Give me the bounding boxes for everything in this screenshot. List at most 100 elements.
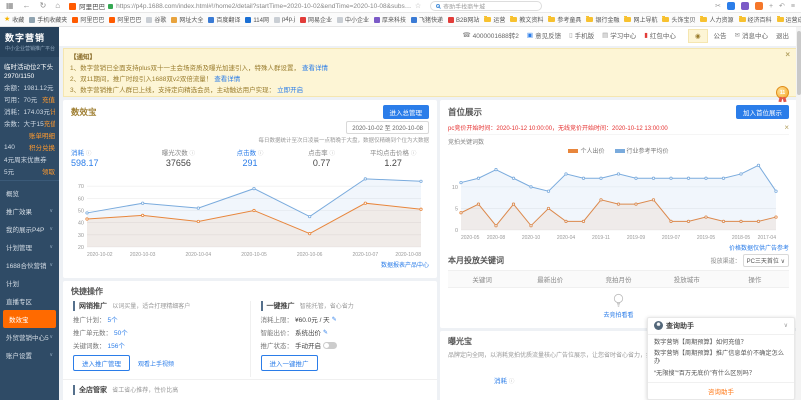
sidebar-item-计划[interactable]: 计划 — [0, 274, 59, 292]
channel-select[interactable]: PC三天首位 ∨ — [743, 254, 789, 267]
bookmark-item[interactable]: 中小企业 — [337, 15, 369, 24]
campaign-medal-icon[interactable]: 11 — [776, 86, 789, 99]
chat-question[interactable]: 数字营销【周期预算】推广信息单价不确定怎么办 — [654, 350, 788, 367]
sidebar-item-数效宝[interactable]: 数效宝 — [3, 310, 56, 328]
sidebar-item-账户设置[interactable]: 账户设置∨ — [0, 346, 59, 364]
topbar-announce[interactable]: ◉公告 — [684, 27, 727, 43]
browser-search-box[interactable] — [430, 1, 542, 11]
bookmark-item[interactable]: 参考童具 — [548, 15, 581, 24]
tutorial-video-link[interactable]: 观看上手视频 — [138, 359, 174, 368]
sidebar-item-推广效果[interactable]: 推广效果∨ — [0, 202, 59, 220]
join-top-position-button[interactable]: 加入首位展示 — [736, 105, 789, 119]
channel-value: PC三天首位 — [747, 259, 779, 265]
promotion-toggle[interactable] — [323, 342, 337, 349]
chat-question[interactable]: “无限搜”“百万无底价”有什么区别吗？ — [654, 370, 788, 378]
screenshot-icon[interactable]: ✂ — [715, 2, 721, 10]
bookmark-item[interactable]: 运营成本 — [777, 15, 801, 24]
bookmark-item[interactable]: 头饰宝贝 — [662, 15, 695, 24]
bookmark-item[interactable]: 飞猪快递 — [411, 15, 443, 24]
table-header-cell: 最新出价 — [516, 274, 584, 284]
home-icon[interactable]: ⌂ — [55, 2, 60, 10]
bookmark-star-icon[interactable]: ☆ — [415, 2, 421, 10]
sidebar-item-1688合伙营销[interactable]: 1688合伙营销∨ — [0, 256, 59, 274]
metric-点击数[interactable]: 点击数 ⓘ291 — [214, 147, 286, 168]
bookmark-item[interactable]: 网上导航 — [624, 15, 657, 24]
bookmark-item[interactable]: p4p.j — [274, 17, 295, 23]
close-icon[interactable]: × — [785, 51, 790, 61]
bookmark-item[interactable]: 114网 — [245, 15, 269, 24]
bookmark-item[interactable]: 手机收藏夹 — [29, 15, 67, 24]
sidebar-item-计划管理[interactable]: 计划管理∨ — [0, 238, 59, 256]
bookmark-item[interactable]: ★收藏 — [4, 15, 24, 24]
scrollbar-thumb[interactable] — [797, 31, 801, 95]
bookmark-item[interactable]: 阿里巴巴 — [109, 15, 141, 24]
topbar-hotline[interactable]: ☎4000001688转2 — [463, 30, 519, 40]
enter-one-click-promo-button[interactable]: 进入一键推广 — [261, 355, 318, 371]
translate-extension-icon[interactable] — [727, 2, 735, 10]
date-range-picker[interactable]: 2020-10-02 至 2020-10-08 — [346, 121, 429, 134]
sidebar-item-概览[interactable]: 概览 — [0, 184, 59, 202]
close-icon[interactable]: × — [784, 124, 789, 132]
metric-点击率[interactable]: 点击率 ⓘ0.77 — [286, 147, 358, 168]
finance-action-link[interactable]: 充值 — [44, 118, 55, 128]
finance-action-link[interactable]: 积分兑换 — [29, 142, 55, 152]
chat-header[interactable]: ☻ 查询助手 ∨ — [648, 318, 794, 335]
metric-消耗[interactable]: 消耗 ⓘ598.17 — [71, 147, 143, 168]
bookmark-item[interactable]: 运营 — [484, 15, 505, 24]
finance-action-link[interactable]: 账单明细 — [29, 130, 55, 140]
topbar-logout[interactable]: 退出 — [776, 30, 789, 40]
add-extension-icon[interactable]: + — [769, 3, 773, 10]
shield-extension-icon[interactable] — [741, 2, 749, 10]
search-input[interactable] — [443, 3, 536, 9]
account-stat: 2970/1150 — [4, 73, 55, 80]
edit-icon[interactable]: ✎ — [323, 329, 328, 336]
notice-link[interactable]: 查看详情 — [214, 76, 240, 83]
notice-link[interactable]: 立即开启 — [277, 87, 303, 94]
metric-label[interactable]: 消耗 ⓘ — [494, 375, 514, 385]
manage-button[interactable]: 进入总管理 — [383, 105, 430, 119]
notice-link[interactable]: 查看详情 — [302, 65, 328, 72]
bookmark-item[interactable]: 网易企业 — [300, 15, 332, 24]
address-bar[interactable]: 阿里巴巴 https://p4p.1688.com/index.html#!/h… — [69, 1, 421, 12]
bookmark-item[interactable]: 谷歌 — [146, 15, 166, 24]
back-icon[interactable]: ← — [23, 2, 31, 10]
metric-平均点击价格[interactable]: 平均点击价格 ⓘ1.27 — [357, 147, 429, 168]
chat-question[interactable]: 数字营销【周期预算】如何充值？ — [654, 339, 788, 347]
bookmark-item[interactable]: 百度翻译 — [208, 15, 240, 24]
topbar-redpacket[interactable]: ▮红包中心 — [644, 30, 676, 40]
restore-session-icon[interactable]: ↶ — [779, 2, 785, 10]
finance-action-link[interactable]: 计费 — [50, 106, 55, 116]
bookmark-item[interactable]: 教文资料 — [510, 15, 543, 24]
topbar-feedback[interactable]: ▣意见反馈 — [527, 30, 561, 40]
go-bid-link[interactable]: 去竞拍看看 — [603, 310, 633, 319]
browser-menu-icon[interactable]: ≡ — [791, 3, 795, 10]
menu-icon[interactable]: ▦ — [6, 2, 14, 10]
sidebar-item-外贸营销中心5[interactable]: 外贸营销中心5∨ — [0, 328, 59, 346]
chevron-down-icon[interactable]: ∨ — [784, 322, 788, 329]
metric-曝光次数[interactable]: 曝光次数 ⓘ37656 — [143, 147, 215, 168]
finance-action-link[interactable]: 领取 — [42, 166, 55, 176]
price-note-link[interactable]: 价格数据仅供广告参考 — [729, 246, 789, 252]
finance-action-link[interactable]: 充值 — [42, 94, 55, 104]
topbar-mobile[interactable]: ▯手机版 — [569, 30, 594, 40]
edit-icon[interactable]: ✎ — [332, 316, 337, 323]
topbar-label: 红包中心 — [650, 30, 676, 40]
bookmark-item[interactable]: 阿里巴巴 — [72, 15, 104, 24]
report-link[interactable]: 数据报表产品中心 — [381, 263, 429, 269]
topbar-study[interactable]: ▤学习中心 — [602, 30, 636, 40]
enter-promo-management-button[interactable]: 进入推广管理 — [73, 355, 130, 371]
favorites-extension-icon[interactable] — [755, 2, 763, 10]
bookmark-item[interactable]: 银行金融 — [586, 15, 619, 24]
sidebar-item-我的展示P4P[interactable]: 我的展示P4P∨ — [0, 220, 59, 238]
consult-assistant-link[interactable]: 咨询助手 — [648, 382, 794, 399]
bookmark-item[interactable]: 人力资源 — [700, 15, 733, 24]
topbar-message[interactable]: ✉消息中心 — [735, 30, 768, 40]
bookmark-item[interactable]: 网址大全 — [171, 15, 203, 24]
bookmark-item[interactable]: B2B网站 — [448, 15, 479, 24]
bookmark-item[interactable]: 厚来科技 — [374, 15, 406, 24]
chevron-down-icon: ∨ — [49, 226, 53, 232]
refresh-icon[interactable]: ↻ — [40, 2, 47, 10]
bookmark-item[interactable]: 经济百科 — [739, 15, 772, 24]
sidebar-item-直播专区[interactable]: 直播专区 — [0, 292, 59, 310]
page-scrollbar[interactable] — [796, 27, 801, 400]
